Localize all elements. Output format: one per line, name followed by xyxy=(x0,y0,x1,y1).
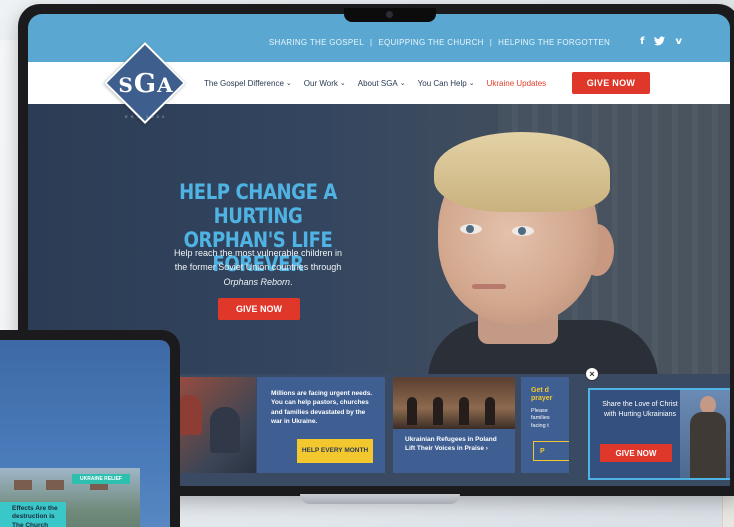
social-links: f v xyxy=(640,36,682,49)
popup-photo-elderly-man xyxy=(680,390,730,478)
card-photo-worship[interactable] xyxy=(393,377,515,429)
tagline-separator: | xyxy=(369,37,373,47)
logo-letter-a: A xyxy=(157,73,174,97)
logo-est-year: 1934 xyxy=(145,114,167,119)
laptop-notch xyxy=(344,8,436,22)
camera-icon xyxy=(386,11,393,18)
donation-popup: Share the Love of Christ with Hurting Uk… xyxy=(588,388,730,480)
logo-est-label: EST xyxy=(125,114,142,119)
card-text-line: Please xyxy=(531,407,548,414)
hero-subtitle-line: the former Soviet Union countries throug… xyxy=(174,262,342,273)
prayer-button[interactable]: P xyxy=(533,441,569,461)
nav-item-ukraine-updates[interactable]: Ukraine Updates xyxy=(487,79,547,88)
hero-subtitle: Help reach the most vulnerable children … xyxy=(138,246,378,289)
photo-roof xyxy=(14,480,32,490)
nav-item-label: Our Work xyxy=(303,78,338,88)
photo-person xyxy=(210,407,240,453)
nav-item-gospel-difference[interactable]: The Gospel Difference ⌄ xyxy=(204,79,292,88)
help-every-month-button[interactable]: HELP EVERY MONTH xyxy=(297,439,373,463)
nav-item-you-can-help[interactable]: You Can Help ⌄ xyxy=(418,79,475,88)
card-title: Get d prayer xyxy=(531,387,569,404)
ukraine-relief-badge: UKRAINE RELIEF xyxy=(72,474,130,484)
twitter-icon[interactable] xyxy=(654,35,666,49)
boy-eye xyxy=(512,226,534,236)
boy-hair xyxy=(434,132,610,212)
chevron-down-icon: ⌄ xyxy=(399,80,406,87)
device-mockup-scene: SHARING THE GOSPEL | EQUIPPING THE CHURC… xyxy=(0,0,734,527)
popup-give-now-button[interactable]: GIVE NOW xyxy=(600,444,672,462)
tablet-screen: UKRAINE RELIEF Effects Are the destructi… xyxy=(0,340,170,527)
sga-logo[interactable]: SGA EST 1934 xyxy=(103,41,188,126)
logo-est: EST 1934 xyxy=(104,114,188,119)
boy-eye xyxy=(460,224,482,234)
close-icon[interactable]: × xyxy=(585,367,599,381)
hero-subtitle-period: . xyxy=(290,276,293,287)
card-link-text: Ukrainian Refugees in Poland Lift Their … xyxy=(405,436,497,453)
photo-figure xyxy=(459,397,469,425)
photo-figure xyxy=(485,397,495,425)
card-title-line: Get d xyxy=(531,387,549,394)
facebook-icon[interactable]: f xyxy=(640,36,644,49)
chevron-down-icon: ⌄ xyxy=(468,80,475,87)
card-refugees-praise[interactable]: Ukrainian Refugees in Poland Lift Their … xyxy=(393,429,515,473)
chevron-down-icon: ⌄ xyxy=(285,80,292,87)
logo-letter-g: G xyxy=(133,69,158,99)
card-urgent-needs: Millions are facing urgent needs. You ca… xyxy=(257,377,385,473)
give-now-button-hero[interactable]: GIVE NOW xyxy=(218,298,300,320)
card-title-line: prayer xyxy=(531,395,553,403)
give-now-button-nav[interactable]: GIVE NOW xyxy=(572,72,650,94)
boy-mouth xyxy=(472,284,506,289)
nav-item-label: You Can Help xyxy=(417,78,467,88)
logo-letter-s: S xyxy=(118,73,134,97)
card-text: Millions are facing urgent needs. You ca… xyxy=(271,390,373,426)
logo-text: SGA xyxy=(104,69,188,99)
tagline-separator: | xyxy=(489,37,493,47)
card-text-line: facing t xyxy=(531,423,549,430)
popup-text: Share the Love of Christ with Hurting Uk… xyxy=(602,401,678,419)
photo-figure xyxy=(433,397,443,425)
card-text: Please families facing t xyxy=(531,408,569,431)
nav-item-our-work[interactable]: Our Work ⌄ xyxy=(304,79,346,88)
tagline-item: SHARING THE GOSPEL xyxy=(268,37,364,47)
hero-subtitle-line: Orphans Reborn. xyxy=(138,275,378,289)
tablet: UKRAINE RELIEF Effects Are the destructi… xyxy=(0,330,180,527)
vimeo-icon[interactable]: v xyxy=(675,36,682,49)
photo-roof xyxy=(46,480,64,490)
hero-subtitle-line: Help reach the most vulnerable children … xyxy=(173,248,343,258)
tagline: SHARING THE GOSPEL | EQUIPPING THE CHURC… xyxy=(269,38,610,47)
chevron-down-icon: ⌄ xyxy=(339,80,346,87)
photo-body xyxy=(690,412,726,478)
nav-item-label: The Gospel Difference xyxy=(204,78,284,88)
flood-photo: UKRAINE RELIEF Effects Are the destructi… xyxy=(0,468,140,527)
nav-links: The Gospel Difference ⌄ Our Work ⌄ About… xyxy=(204,62,546,104)
hero-photo-boy xyxy=(408,114,668,390)
card-prayer: Get d prayer Please families facing t P xyxy=(521,377,569,473)
nav-item-about-sga[interactable]: About SGA ⌄ xyxy=(358,79,406,88)
effects-card[interactable]: Effects Are the destruction is The Churc… xyxy=(0,502,66,527)
laptop-base xyxy=(300,494,460,504)
card-text-line: families xyxy=(531,415,550,422)
tagline-item: HELPING THE FORGOTTEN xyxy=(498,37,611,47)
hero-title-line: HELP CHANGE A HURTING xyxy=(179,180,337,229)
nav-item-label: About SGA xyxy=(357,78,398,88)
effects-text: Effects Are the destruction is The Churc… xyxy=(12,505,58,527)
card-photo-refugees[interactable] xyxy=(168,377,256,473)
tagline-item: EQUIPPING THE CHURCH xyxy=(378,37,484,47)
photo-figure xyxy=(407,397,417,425)
hero-program-name: Orphans Reborn xyxy=(223,276,291,287)
